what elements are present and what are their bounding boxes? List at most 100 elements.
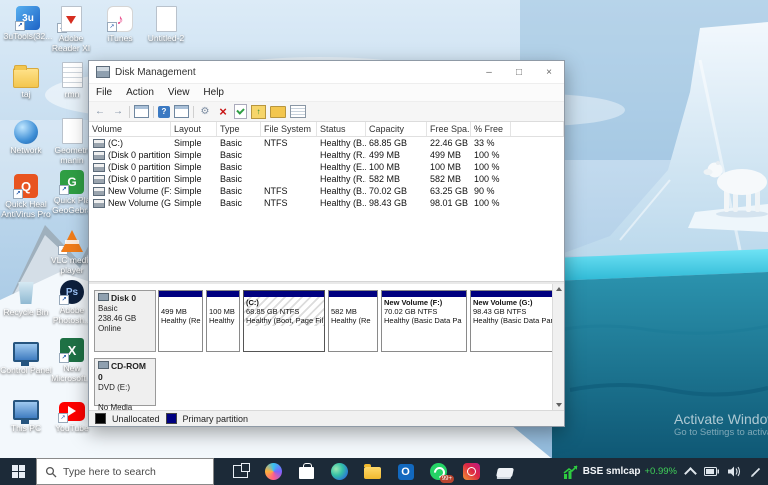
file-explorer-icon — [364, 467, 381, 479]
cdrom-row: CD-ROM 0 DVD (E:) No Media — [94, 358, 156, 406]
desktop-icon-network[interactable]: Network — [0, 120, 52, 156]
scroll-down-icon[interactable] — [556, 403, 562, 407]
whatsapp-badge: 99+ — [440, 475, 454, 483]
column-header[interactable]: Capacity — [366, 122, 427, 136]
volume-row[interactable]: New Volume (G:) Simple Basic NTFS Health… — [89, 197, 564, 209]
desktop-icon-untitled-2[interactable]: Untitled-2 — [140, 6, 192, 44]
title-bar[interactable]: Disk Management – □ × — [89, 61, 564, 84]
desktop-icon-label: taj — [0, 90, 52, 100]
menu-action[interactable]: Action — [119, 87, 161, 98]
geogebra-icon: G — [60, 170, 84, 194]
maximize-button[interactable]: □ — [504, 61, 534, 83]
tray-chevron-icon[interactable] — [684, 467, 697, 480]
menu-view[interactable]: View — [161, 87, 197, 98]
volume-row[interactable]: (Disk 0 partition 5) Simple Basic Health… — [89, 173, 564, 185]
system-tray: BSE smlcap +0.99% — [563, 465, 768, 479]
taskbar-search[interactable]: Type here to search — [36, 458, 214, 485]
excel-icon: X — [60, 338, 84, 362]
cell-layout: Simple — [171, 174, 217, 184]
copilot-icon — [265, 463, 282, 480]
back-icon[interactable]: ← — [93, 105, 107, 119]
mount-drive-icon[interactable]: ↑ — [251, 105, 266, 119]
edge-icon — [331, 463, 348, 480]
desktop-icon-label: Adobe Reader XI — [45, 34, 97, 53]
graduation-hat-icon — [496, 468, 514, 477]
instagram-button[interactable] — [455, 458, 488, 485]
cell-filesystem: NTFS — [261, 138, 317, 148]
store-button[interactable] — [290, 458, 323, 485]
whatsapp-button[interactable]: 99+ — [422, 458, 455, 485]
column-header[interactable]: Status — [317, 122, 366, 136]
cell-volume: (Disk 0 partition 2) — [89, 162, 171, 172]
change-letter-icon[interactable] — [270, 106, 286, 118]
partition-499mb[interactable]: 499 MBHealthy (Re — [158, 290, 203, 352]
cell-freespace: 98.01 GB — [427, 198, 471, 208]
volume-row[interactable]: (C:) Simple Basic NTFS Healthy (B... 68.… — [89, 137, 564, 149]
delete-icon[interactable]: × — [216, 105, 230, 119]
desktop-icon-quick-heal[interactable]: QQuick Heal AntiVirus Pro — [0, 174, 52, 219]
disk-0-label[interactable]: Disk 0 Basic 238.46 GB Online — [94, 290, 156, 352]
volume-row[interactable]: (Disk 0 partition 1) Simple Basic Health… — [89, 149, 564, 161]
cell-freespace: 499 MB — [427, 150, 471, 160]
stock-widget[interactable]: BSE smlcap +0.99% — [563, 465, 677, 479]
desktop-icon-recycle-bin[interactable]: Recycle Bin — [0, 280, 52, 318]
photoshop-icon: Ps — [60, 280, 84, 304]
column-header[interactable]: Volume — [89, 122, 171, 136]
file-explorer-button[interactable] — [356, 458, 389, 485]
column-header[interactable]: File System — [261, 122, 317, 136]
partition-582mb[interactable]: 582 MBHealthy (Re — [328, 290, 378, 352]
properties-icon[interactable]: ⚙ — [198, 105, 212, 119]
minimize-button[interactable]: – — [474, 61, 504, 83]
cell-freespace: 22.46 GB — [427, 138, 471, 148]
volume-row[interactable]: (Disk 0 partition 2) Simple Basic Health… — [89, 161, 564, 173]
youtube-icon — [59, 396, 85, 422]
column-header[interactable]: Free Spa... — [427, 122, 471, 136]
battery-icon[interactable] — [704, 467, 719, 476]
edge-button[interactable] — [323, 458, 356, 485]
outlook-button[interactable]: O — [389, 458, 422, 485]
partition-100mb[interactable]: 100 MBHealthy — [206, 290, 240, 352]
list-view-icon[interactable] — [290, 105, 306, 118]
close-button[interactable]: × — [534, 61, 564, 83]
desktop-icon-this-pc[interactable]: This PC — [0, 396, 52, 434]
console-window-icon[interactable] — [174, 105, 189, 118]
toolbar-separator — [129, 106, 130, 118]
scroll-up-icon[interactable] — [556, 287, 562, 291]
start-button[interactable] — [0, 458, 36, 485]
partition-g[interactable]: New Volume (G:)98.43 GB NTFSHealthy (Bas… — [470, 290, 560, 352]
menu-help[interactable]: Help — [196, 87, 231, 98]
pen-icon[interactable] — [750, 466, 762, 478]
desktop-icon-adobe-reader[interactable]: Adobe Reader XI — [45, 6, 97, 53]
cell-freespace: 582 MB — [427, 174, 471, 184]
unacademy-button[interactable] — [488, 458, 521, 485]
partition-f[interactable]: New Volume (F:)70.02 GB NTFSHealthy (Bas… — [381, 290, 467, 352]
vertical-scrollbar[interactable] — [552, 284, 564, 410]
cdrom-label[interactable]: CD-ROM 0 DVD (E:) No Media — [94, 358, 156, 406]
column-header[interactable]: Layout — [171, 122, 217, 136]
cell-volume: New Volume (G:) — [89, 198, 171, 208]
volume-icon[interactable] — [728, 466, 741, 477]
partition-c[interactable]: (C:)68.85 GB NTFSHealthy (Boot, Page Fil — [243, 290, 325, 352]
cell-volume: (Disk 0 partition 5) — [89, 174, 171, 184]
forward-icon[interactable]: → — [111, 105, 125, 119]
activate-windows-watermark: Activate Windows Go to Settings to activ… — [674, 411, 768, 438]
help-icon[interactable]: ? — [158, 106, 170, 118]
menu-file[interactable]: File — [89, 87, 119, 98]
cell-capacity: 100 MB — [366, 162, 427, 172]
outlook-icon: O — [398, 464, 414, 480]
desktop-icon-taj[interactable]: taj — [0, 62, 52, 100]
volume-row[interactable]: New Volume (F:) Simple Basic NTFS Health… — [89, 185, 564, 197]
check-document-icon[interactable] — [234, 104, 247, 119]
column-header[interactable]: % Free — [471, 122, 511, 136]
task-view-button[interactable] — [224, 458, 257, 485]
cell-layout: Simple — [171, 198, 217, 208]
cell-type: Basic — [217, 198, 261, 208]
cell-percentfree: 33 % — [471, 138, 511, 148]
disk-management-app-icon — [96, 66, 110, 78]
desktop-icon-control-panel[interactable]: Control Panel — [0, 338, 52, 376]
cell-percentfree: 100 % — [471, 162, 511, 172]
desktop-icon-itunes[interactable]: ♪iTunes — [94, 6, 146, 44]
column-header[interactable]: Type — [217, 122, 261, 136]
console-window-icon[interactable] — [134, 105, 149, 118]
copilot-button[interactable] — [257, 458, 290, 485]
